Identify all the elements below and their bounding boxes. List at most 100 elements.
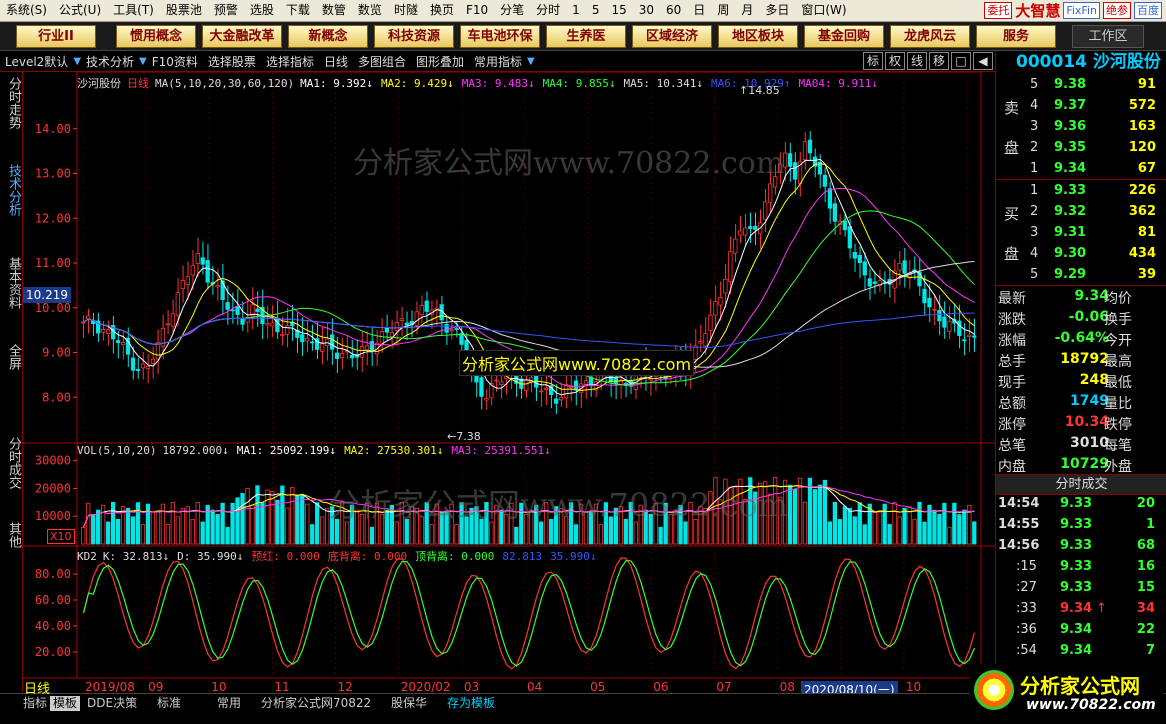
block-button[interactable]: 龙虎风云 <box>890 25 970 48</box>
menu-item[interactable]: 工具(T) <box>107 0 160 21</box>
orderbook-row[interactable]: 4 9.37 572 <box>996 96 1156 117</box>
orderbook-row[interactable]: 1 9.34 67 <box>996 159 1156 180</box>
bottom-tab[interactable]: 分析家公式网70822 <box>258 696 374 711</box>
block-button[interactable]: 大金融改革 <box>202 25 282 48</box>
ob-side-label: 买 <box>1004 205 1020 223</box>
block-button[interactable]: 行业II <box>16 25 96 48</box>
block-button[interactable]: 基金回购 <box>804 25 884 48</box>
block-button[interactable]: 新概念 <box>288 25 368 48</box>
menu-item[interactable]: 换页 <box>424 0 460 21</box>
baidu-button[interactable]: 百度 <box>1134 2 1162 19</box>
toolbar-item[interactable]: Level2默认 <box>0 53 73 70</box>
menu-item[interactable]: 下载 <box>280 0 316 21</box>
vtab-0[interactable]: 分时走势 <box>2 77 21 129</box>
orderbook-row[interactable]: 5 9.29 39 <box>996 265 1156 286</box>
toolbar-item[interactable]: F10资料 <box>147 53 203 70</box>
volume-bar <box>897 516 902 545</box>
menu-item[interactable]: 时隧 <box>388 0 424 21</box>
volume-bar <box>91 514 96 545</box>
kline-chart[interactable]: 14.00 13.00 12.00 11.00 10.00 9.00 8.00 30000 20… <box>23 72 995 698</box>
menu-item[interactable]: 60 <box>660 0 687 21</box>
menu-item[interactable]: 多日 <box>759 0 795 21</box>
quote-panel: 000014 沙河股份 5 9.38 91 4 9.37 572 3 9.36 163 2 9.35… <box>995 51 1166 693</box>
menu-item[interactable]: 月 <box>735 0 759 21</box>
dropdown-icon[interactable]: ▼ <box>527 56 535 67</box>
block-button[interactable]: 科技资源 <box>374 25 454 48</box>
menu-item[interactable]: 股票池 <box>160 0 208 21</box>
bottom-tab[interactable]: 标准 <box>154 696 184 711</box>
toolbar-toggle[interactable]: 标 <box>863 52 883 70</box>
toolbar-item[interactable]: 日线 <box>319 53 353 70</box>
menu-item[interactable]: F10 <box>460 0 494 21</box>
block-button[interactable]: 车电池环保 <box>460 25 540 48</box>
menu-item[interactable]: 15 <box>605 0 632 21</box>
toolbar-item[interactable]: 多图组合 <box>353 53 411 70</box>
volume-bar <box>245 488 250 545</box>
toolbar-item[interactable]: 常用指标 <box>469 53 527 70</box>
window-icon[interactable]: ◀ <box>973 52 993 70</box>
bottom-tab[interactable]: 股保华 <box>388 696 430 711</box>
bottom-tab[interactable]: 存为模板 <box>444 696 498 711</box>
orderbook-row[interactable]: 5 9.38 91 <box>996 75 1156 96</box>
legend-item: MA2: 9.429↓ <box>380 77 454 90</box>
block-button[interactable]: 地区板块 <box>718 25 798 48</box>
block-button[interactable]: 区域经济 <box>632 25 712 48</box>
quote-key: 总额 <box>998 396 1026 412</box>
legend-item: 18792.000↓ <box>162 444 229 457</box>
bottom-tab[interactable]: DDE决策 <box>84 696 140 711</box>
period-label[interactable]: 日线 <box>24 678 50 697</box>
menu-item[interactable]: 数管 <box>316 0 352 21</box>
ticks-title[interactable]: 分时成交 <box>996 474 1166 495</box>
vtab-5[interactable]: 其他 <box>2 522 21 548</box>
menu-item[interactable]: 日 <box>687 0 711 21</box>
orderbook-row[interactable]: 4 9.30 434 <box>996 244 1156 265</box>
bottom-tab[interactable]: 指标 <box>20 696 50 711</box>
delegate-button[interactable]: 委托 <box>984 2 1013 19</box>
ob-price: 9.30 <box>1054 246 1087 261</box>
menu-item[interactable]: 窗口(W) <box>795 0 852 21</box>
menu-item[interactable]: 系统(S) <box>0 0 53 21</box>
toolbar-item[interactable]: 选择股票 <box>203 53 261 70</box>
toolbar-item[interactable]: 图形叠加 <box>411 53 469 70</box>
workarea-button[interactable]: 工作区 <box>1072 25 1144 48</box>
orderbook-row[interactable]: 3 9.31 81 <box>996 223 1156 244</box>
menu-item[interactable]: 选股 <box>244 0 280 21</box>
menu-item[interactable]: 预警 <box>208 0 244 21</box>
block-button[interactable]: 服务 <box>976 25 1056 48</box>
vtab-3[interactable]: 全屏 <box>2 344 21 370</box>
block-button[interactable]: 惯用概念 <box>116 25 196 48</box>
menu-item[interactable]: 公式(U) <box>53 0 107 21</box>
block-button[interactable]: 生养医 <box>546 25 626 48</box>
menu-item[interactable]: 周 <box>711 0 735 21</box>
toolbar-toggle[interactable]: 线 <box>907 52 927 70</box>
orderbook-row[interactable]: 3 9.36 163 <box>996 117 1156 138</box>
menu-item[interactable]: 分笔 <box>494 0 530 21</box>
menu-item[interactable]: 5 <box>586 0 606 21</box>
toolbar-item[interactable]: 技术分析 <box>81 53 139 70</box>
orderbook-row[interactable]: 2 9.35 120 <box>996 138 1156 159</box>
jiushe-button[interactable]: 绝参 <box>1103 2 1131 19</box>
vol-scale-badge[interactable]: X10 <box>47 529 75 544</box>
bottom-tab[interactable]: 模板 <box>50 696 81 711</box>
window-icon[interactable]: □ <box>951 52 971 70</box>
toolbar-item[interactable]: 选择指标 <box>261 53 319 70</box>
fixfin-button[interactable]: FixFin <box>1063 2 1100 19</box>
menu-item[interactable]: 30 <box>633 0 660 21</box>
toolbar-toggle[interactable]: 权 <box>885 52 905 70</box>
candle-body <box>573 380 579 391</box>
orderbook-row[interactable]: 1 9.33 226 <box>996 181 1156 202</box>
quote-key: 现手 <box>998 375 1026 391</box>
vtab-2[interactable]: 基本资料 <box>2 257 21 309</box>
orderbook-row[interactable]: 2 9.32 362 <box>996 202 1156 223</box>
vtab-4[interactable]: 分时成交 <box>2 437 21 489</box>
dropdown-icon[interactable]: ▼ <box>73 56 81 67</box>
vtab-1[interactable]: 技术分析 <box>2 164 21 216</box>
toolbar-toggle[interactable]: 移 <box>929 52 949 70</box>
dropdown-icon[interactable]: ▼ <box>139 56 147 67</box>
candle-body <box>285 325 290 335</box>
menu-item[interactable]: 数览 <box>352 0 388 21</box>
menu-item[interactable]: 分时 <box>530 0 566 21</box>
menu-item[interactable]: 1 <box>566 0 586 21</box>
bottom-tab[interactable]: 常用 <box>214 696 244 711</box>
legend-kd-def: KD2 <box>77 550 97 563</box>
